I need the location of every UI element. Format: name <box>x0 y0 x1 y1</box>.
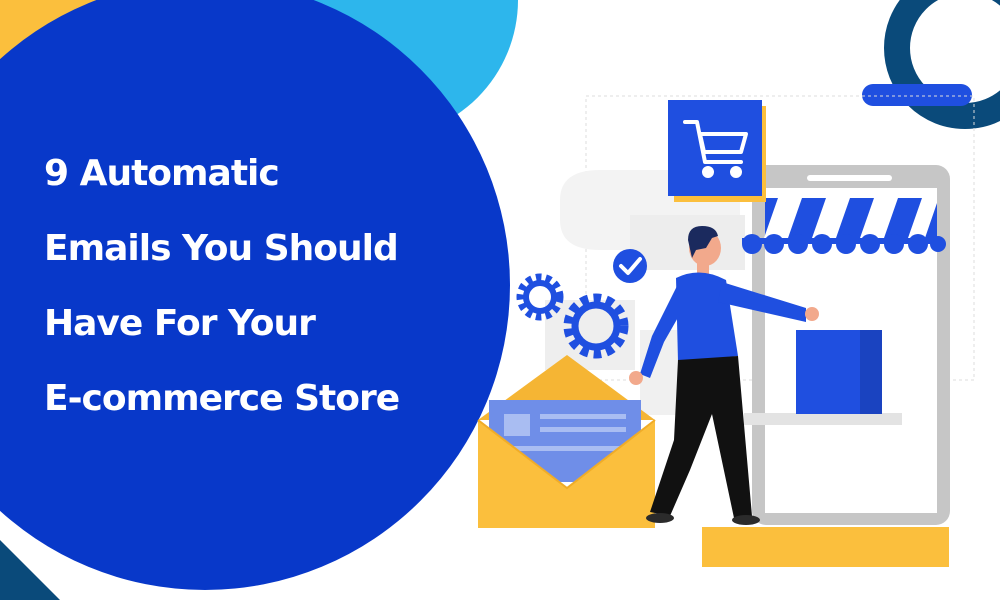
background-card-1 <box>630 215 745 270</box>
bottom-left-triangle <box>0 540 60 600</box>
blue-pill <box>862 84 972 106</box>
headline: 9 Automatic Emails You Should Have For Y… <box>44 136 484 436</box>
checkmark-icon <box>613 249 647 283</box>
headline-line-4: E-commerce Store <box>44 378 400 419</box>
headline-line-2: Emails You Should <box>44 228 399 269</box>
envelope-icon <box>477 355 656 528</box>
yellow-base <box>702 527 949 567</box>
banner: 9 Automatic Emails You Should Have For Y… <box>0 0 1000 600</box>
headline-line-3: Have For Your <box>44 303 316 344</box>
headline-line-1: 9 Automatic <box>44 153 280 194</box>
cart-card <box>668 100 762 196</box>
